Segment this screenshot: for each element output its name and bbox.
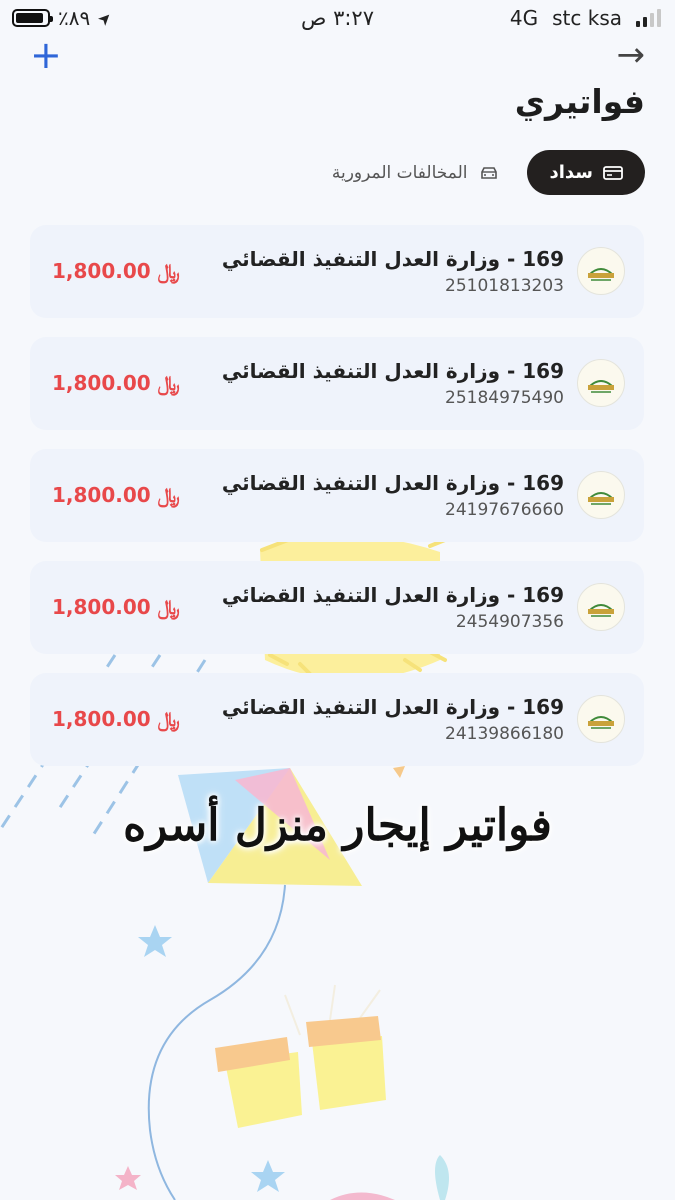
tab-traffic-violations[interactable]: المخالفات المرورية [332, 163, 500, 183]
bill-amount: 1,800.00 ﷼ [52, 595, 180, 619]
bill-name: 169 - وزارة العدل التنفيذ القضائي [221, 695, 564, 719]
ministry-of-justice-logo-icon [577, 583, 625, 631]
circle-decoration [330, 1192, 395, 1200]
bill-name: 169 - وزارة العدل التنفيذ القضائي [221, 247, 564, 271]
bill-amount: 1,800.00 ﷼ [52, 707, 180, 731]
ministry-of-justice-logo-icon [577, 471, 625, 519]
bill-name: 169 - وزارة العدل التنفيذ القضائي [221, 359, 564, 383]
status-right: 4G stc ksa [510, 6, 661, 30]
bill-amount: 1,800.00 ﷼ [52, 371, 180, 395]
ministry-of-justice-logo-icon [577, 359, 625, 407]
carrier-name: stc ksa [552, 6, 622, 30]
star-decoration [138, 925, 172, 957]
bill-card[interactable]: 169 - وزارة العدل التنفيذ القضائي 241398… [30, 673, 644, 766]
ministry-of-justice-logo-icon [577, 695, 625, 743]
tab-sadad[interactable]: سداد [527, 150, 645, 195]
page-title: فواتيري [514, 82, 645, 121]
network-type: 4G [509, 6, 539, 30]
bill-card[interactable]: 169 - وزارة العدل التنفيذ القضائي 251849… [30, 337, 644, 430]
bill-name: 169 - وزارة العدل التنفيذ القضائي [221, 583, 564, 607]
bill-number: 24197676660 [445, 500, 564, 520]
credit-card-icon [603, 165, 623, 180]
status-bar: ٪٨٩ ➤ ٣:٢٧ ص 4G stc ksa [0, 0, 675, 40]
bill-card[interactable]: 169 - وزارة العدل التنفيذ القضائي 251018… [30, 225, 644, 318]
tab-sadad-label: سداد [549, 162, 593, 183]
tab-traffic-violations-label: المخالفات المرورية [331, 162, 468, 183]
ministry-of-justice-logo-icon [577, 247, 625, 295]
bill-amount: 1,800.00 ﷼ [52, 483, 180, 507]
bill-name: 169 - وزارة العدل التنفيذ القضائي [221, 471, 564, 495]
car-icon [481, 166, 498, 179]
signal-bars-icon [636, 9, 661, 27]
bill-amount: 1,800.00 ﷼ [52, 259, 180, 283]
bill-card[interactable]: 169 - وزارة العدل التنفيذ القضائي 245490… [30, 561, 644, 654]
arrow-right-icon[interactable]: → [617, 38, 646, 72]
bill-number: 2454907356 [455, 612, 564, 632]
bill-type-tabs: سداد المخالفات المرورية [332, 150, 645, 195]
bill-number: 25101813203 [445, 276, 564, 296]
star-decoration [251, 1160, 285, 1192]
star-decoration [115, 1166, 141, 1190]
bill-list: 169 - وزارة العدل التنفيذ القضائي 251018… [30, 225, 644, 785]
leaf-decoration [435, 1155, 449, 1200]
plus-icon[interactable]: + [30, 36, 62, 74]
gift-illustration [215, 984, 386, 1128]
overlay-caption: فواتير إيجار منزل أسره [123, 800, 552, 851]
bill-number: 25184975490 [445, 388, 564, 408]
bill-number: 24139866180 [445, 724, 564, 744]
bill-card[interactable]: 169 - وزارة العدل التنفيذ القضائي 241976… [30, 449, 644, 542]
